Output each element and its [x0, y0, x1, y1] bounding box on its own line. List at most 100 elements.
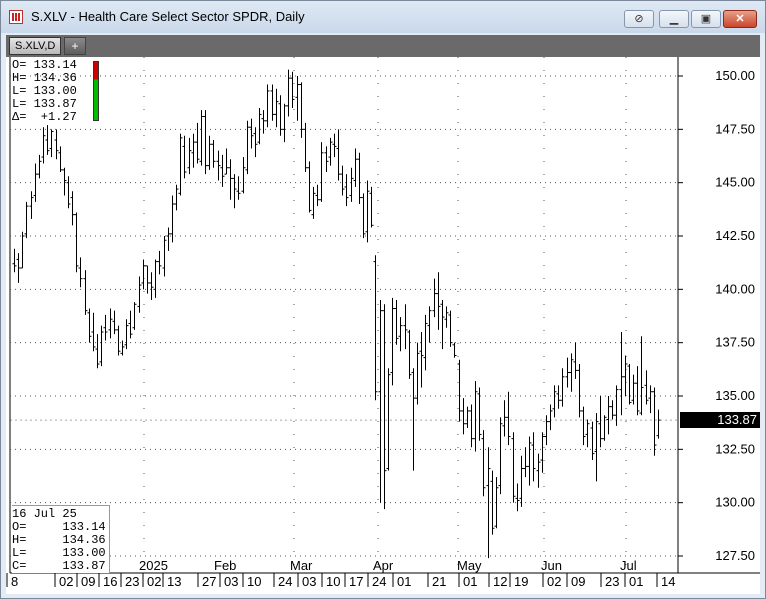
ohlc-bar [37, 154, 42, 179]
ohlc-bar [419, 332, 424, 388]
ohlc-bar [166, 227, 171, 251]
ohlc-bar [278, 95, 283, 136]
ohlc-bar [290, 71, 295, 108]
ohlc-bar [390, 297, 395, 386]
ohlc-bar [481, 430, 486, 497]
ohlc-bar [70, 191, 75, 226]
y-tick-label: 140.00 [715, 281, 755, 296]
ohlc-bar [41, 127, 46, 164]
ohlc-bar [365, 180, 370, 243]
ohlc-bar [610, 400, 615, 420]
maximize-icon: ▣ [700, 13, 712, 25]
ohlc-bar [282, 103, 287, 143]
tab-bar: S.XLV,D + [6, 35, 760, 57]
x-tick-label: 02 [147, 574, 161, 589]
x-month-label: May [457, 558, 482, 573]
ohlc-bar [349, 167, 354, 202]
ohlc-bar [585, 419, 590, 448]
ohlc-bar [498, 417, 503, 495]
x-tick-label: 03 [224, 574, 238, 589]
ohlc-bar [411, 368, 416, 471]
minimize-button[interactable]: ▁ [659, 10, 689, 28]
ohlc-bar [207, 135, 212, 170]
close-button[interactable]: ✕ [723, 10, 757, 28]
ohlc-bar [191, 133, 196, 168]
chart-canvas[interactable]: 150.00 147.50 145.00 142.50 140.00 137.50 135.… [6, 57, 760, 594]
ohlc-bar [91, 312, 96, 352]
ohlc-bar [16, 253, 21, 283]
ohlc-bar [606, 396, 611, 435]
add-tab-button[interactable]: + [64, 37, 86, 55]
x-tick-label: 14 [661, 574, 675, 589]
ohlc-bar [149, 272, 154, 300]
ohlc-bar [594, 413, 599, 482]
link-button[interactable]: ⊘ [624, 10, 654, 28]
x-tick-label: 16 [103, 574, 117, 589]
ohlc-bar [220, 154, 225, 187]
ohlc-bar [398, 317, 403, 352]
x-tick-label: 19 [514, 574, 528, 589]
ohlc-bar [560, 368, 565, 407]
ohlc-bar [469, 404, 474, 448]
ohlc-bar [315, 184, 320, 207]
ohlc-bar [415, 342, 420, 405]
x-tick-label: 01 [463, 574, 477, 589]
ohlc-bar [12, 248, 17, 273]
x-tick-label: 02 [547, 574, 561, 589]
x-month-label: Mar [290, 558, 313, 573]
ohlc-bar [394, 300, 399, 345]
minimize-icon: ▁ [669, 13, 679, 25]
ohlc-bar [477, 387, 482, 441]
ohlc-bar [203, 110, 208, 175]
ohlc-bar [407, 329, 412, 379]
ohlc-bar [448, 310, 453, 347]
ohlc-bar [552, 385, 557, 418]
ohlc-bar [556, 385, 561, 409]
ohlc-bar [20, 231, 25, 269]
x-tick-label: 13 [167, 574, 181, 589]
x-tick-label: 09 [571, 574, 585, 589]
ohlc-bar [78, 257, 83, 288]
ohlc-bar [548, 404, 553, 431]
ohlc-bar [465, 406, 470, 428]
ohlc-bar [569, 353, 574, 392]
maximize-button[interactable]: ▣ [691, 10, 721, 28]
ohlc-bar [311, 186, 316, 219]
ohlc-bar [648, 385, 653, 414]
ohlc-bar [336, 129, 341, 181]
ohlc-bar [120, 340, 125, 356]
ohlc-bar [236, 176, 241, 200]
tab-s-xlv-daily[interactable]: S.XLV,D [9, 37, 61, 55]
y-tick-label: 150.00 [715, 68, 755, 83]
price-chart[interactable]: 150.00 147.50 145.00 142.50 140.00 137.50 135.… [6, 57, 760, 594]
ohlc-bar [623, 355, 628, 396]
ohlc-bar [162, 236, 167, 277]
ohlc-bar [95, 334, 100, 369]
title-bar[interactable]: S.XLV - Health Care Select Sector SPDR, … [1, 1, 765, 33]
x-tick-label: 09 [81, 574, 95, 589]
ohlc-bar [132, 302, 137, 330]
ohlc-bar [249, 118, 254, 149]
x-tick-label: 01 [629, 574, 643, 589]
ohlc-bar [261, 110, 266, 134]
change-bar-icon [93, 61, 99, 121]
ohlc-bar [344, 174, 349, 207]
ohlc-bar [461, 398, 466, 435]
ohlc-bar [24, 201, 29, 239]
ohlc-bar [103, 314, 108, 341]
ohlc-bar [577, 364, 582, 418]
ohlc-bar [619, 332, 624, 416]
y-tick-label: 145.00 [715, 175, 755, 190]
y-tick-label: 137.50 [715, 335, 755, 350]
ohlc-bar [128, 310, 133, 339]
ohlc-bar [602, 415, 607, 441]
x-tick-label: 24 [278, 574, 292, 589]
ohlc-bar [182, 135, 187, 179]
ohlc-bar [74, 212, 79, 273]
ohlc-bar [523, 447, 528, 478]
ohlc-bar [427, 306, 432, 343]
ohlc-change: Δ= +1.27 [12, 110, 77, 124]
ohlc-bar [627, 364, 632, 405]
info-close: C= 133.87 [12, 559, 106, 573]
bar-info-box: 16 Jul 25 O= 133.14 H= 134.36 L= 133.00 … [12, 505, 110, 573]
